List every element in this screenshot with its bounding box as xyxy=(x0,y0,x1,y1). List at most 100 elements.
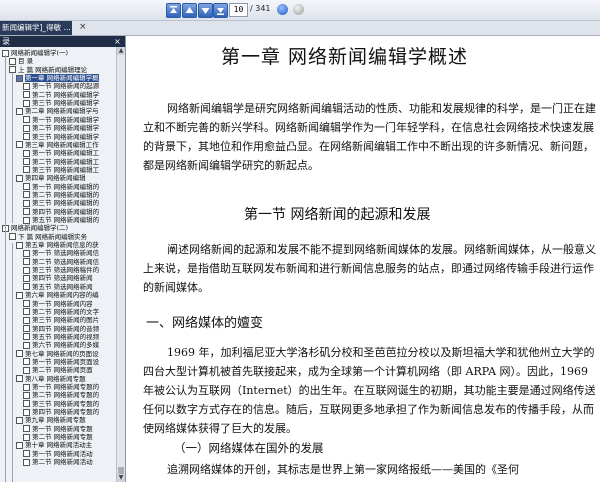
outline-item[interactable]: 第二节 网络新闻专题的 xyxy=(23,391,99,399)
outline-item[interactable]: 第二节 网络新闻编辑的 xyxy=(23,191,99,199)
outline-item[interactable]: 第一节 网络新闻专题 xyxy=(23,425,93,433)
close-outline-icon[interactable]: × xyxy=(114,36,121,47)
scroll-up-icon[interactable]: ▲ xyxy=(117,47,125,55)
outline-item[interactable]: 第二节 网络新闻专题 xyxy=(23,433,93,441)
outline-item[interactable]: 第四章 网络新闻编辑 xyxy=(16,174,86,182)
expand-box-icon[interactable] xyxy=(23,266,30,274)
outline-item[interactable]: 第一节 网络新闻专题的 xyxy=(23,383,99,391)
outline-item[interactable]: 第十章 网络新闻活动主 xyxy=(16,441,92,449)
outline-item[interactable]: 第三节 网络新闻编辑学 xyxy=(23,99,99,107)
expand-box-icon[interactable] xyxy=(23,82,30,90)
close-tab-icon[interactable]: × xyxy=(79,22,87,32)
expand-box-icon[interactable] xyxy=(16,107,23,115)
expand-box-icon[interactable] xyxy=(23,458,30,466)
outline-item[interactable]: 第三节 网络新闻编辑工 xyxy=(23,166,99,174)
expand-box-icon[interactable] xyxy=(16,441,23,449)
outline-item[interactable]: 第二节 网络新闻页面 xyxy=(23,366,93,374)
expand-box-icon[interactable] xyxy=(23,91,30,99)
expand-box-icon[interactable] xyxy=(23,316,30,324)
expand-box-icon[interactable] xyxy=(23,408,30,416)
outline-item[interactable]: 第六节 网络新闻的多媒 xyxy=(23,341,99,349)
expand-box-icon[interactable] xyxy=(23,99,30,107)
expand-box-icon[interactable] xyxy=(23,149,30,157)
outline-item[interactable]: 第六章 网络新闻内容的编 xyxy=(16,291,99,299)
next-page-icon[interactable] xyxy=(198,3,213,18)
outline-item[interactable]: 第一节 网络新闻编辑学 xyxy=(23,116,99,124)
outline-item[interactable]: 第一节 网络新闻编辑的 xyxy=(23,183,99,191)
outline-item[interactable]: 第五章 网络新闻信息的获 xyxy=(16,241,99,249)
outline-item[interactable]: 第九章 网络新闻专题 xyxy=(16,416,86,424)
expand-box-icon[interactable] xyxy=(16,74,23,82)
outline-item[interactable]: 第五节 网络新闻编辑的 xyxy=(23,216,99,224)
expand-box-icon[interactable] xyxy=(23,191,30,199)
outline-item[interactable]: 第三节 筛选网络稿件的 xyxy=(23,266,99,274)
outline-item[interactable]: 下 篇 网络新闻编辑实务 xyxy=(9,233,87,241)
outline-item[interactable]: 第一节 网络新闻编辑工 xyxy=(23,149,99,157)
expand-box-icon[interactable] xyxy=(9,57,16,65)
expand-box-icon[interactable] xyxy=(23,216,30,224)
outline-item[interactable]: 第一节 网络新闻内容 xyxy=(23,300,93,308)
outline-item[interactable]: 第一节 筛选网络新闻信 xyxy=(23,249,99,257)
expand-box-icon[interactable] xyxy=(23,358,30,366)
expand-box-icon[interactable] xyxy=(23,283,30,291)
outline-item[interactable]: 第二节 网络新闻活动 xyxy=(23,458,93,466)
expand-box-icon[interactable] xyxy=(23,308,30,316)
first-page-icon[interactable] xyxy=(166,3,181,18)
expand-box-icon[interactable] xyxy=(23,366,30,374)
expand-box-icon[interactable] xyxy=(16,291,23,299)
outline-item[interactable]: 第三节 网络新闻的图片 xyxy=(23,316,99,324)
outline-item[interactable]: 第二节 网络新闻编辑工 xyxy=(23,158,99,166)
go-page-icon[interactable] xyxy=(277,4,288,15)
previous-page-icon[interactable] xyxy=(182,3,197,18)
outline-item[interactable]: 第七章 网络新闻的页面设 xyxy=(16,350,99,358)
outline-item[interactable]: 第三节 网络新闻专题的 xyxy=(23,400,99,408)
expand-box-icon[interactable] xyxy=(23,400,30,408)
expand-box-icon[interactable] xyxy=(23,183,30,191)
outline-item[interactable]: 第二节 网络新闻编辑学 xyxy=(23,124,99,132)
outline-item[interactable]: 第一节 网络新闻页面设 xyxy=(23,358,99,366)
outline-item[interactable]: 第五节 筛选网络新闻 xyxy=(23,283,93,291)
expand-box-icon[interactable] xyxy=(16,350,23,358)
scroll-down-icon[interactable]: ▼ xyxy=(117,474,125,482)
expand-box-icon[interactable] xyxy=(23,450,30,458)
expand-box-icon[interactable] xyxy=(16,375,23,383)
outline-item[interactable]: 第一节 网络新闻活动 xyxy=(23,450,93,458)
expand-box-icon[interactable] xyxy=(23,333,30,341)
outline-item[interactable]: 第三节 网络新闻编辑学 xyxy=(23,133,99,141)
outline-item[interactable]: 第二节 网络新闻编辑学 xyxy=(23,91,99,99)
expand-box-icon[interactable] xyxy=(16,174,23,182)
outline-item[interactable]: 网络新闻编辑学(二) xyxy=(2,224,68,232)
outline-item[interactable]: 第四节 筛选网络新闻 xyxy=(23,274,93,282)
expand-box-icon[interactable] xyxy=(23,391,30,399)
outline-item[interactable]: 上 篇 网络新闻编辑理论 xyxy=(9,66,87,74)
expand-box-icon[interactable] xyxy=(16,416,23,424)
outline-item[interactable]: 目 录 xyxy=(9,57,33,65)
outline-item[interactable]: 第二节 网络新闻的文字 xyxy=(23,308,99,316)
expand-box-icon[interactable] xyxy=(23,274,30,282)
outline-item[interactable]: 网络新闻编辑学(一) xyxy=(2,49,68,57)
expand-box-icon[interactable] xyxy=(16,241,23,249)
expand-box-icon[interactable] xyxy=(23,199,30,207)
outline-item[interactable]: 第一节 网络新闻的起源 xyxy=(23,82,99,90)
outline-item[interactable]: 第二节 筛选网络新闻信 xyxy=(23,258,99,266)
outline-item[interactable]: 第八章 网络新闻专题 xyxy=(16,375,86,383)
outline-item[interactable]: 第四节 网络新闻编辑的 xyxy=(23,208,99,216)
outline-item[interactable]: 第三章 网络新闻编辑工作 xyxy=(16,141,99,149)
expand-box-icon[interactable] xyxy=(23,341,30,349)
expand-box-icon[interactable] xyxy=(23,116,30,124)
outline-scrollbar[interactable]: ▲ ▼ xyxy=(116,47,125,482)
expand-box-icon[interactable] xyxy=(23,249,30,257)
page-number-input[interactable]: 10 xyxy=(229,3,248,17)
expand-box-icon[interactable] xyxy=(16,141,23,149)
expand-box-icon[interactable] xyxy=(23,383,30,391)
last-page-icon[interactable] xyxy=(213,3,228,18)
outline-item[interactable]: 第五节 网络新闻的视频 xyxy=(23,333,99,341)
outline-item[interactable]: 第二章 网络新闻编辑学与 xyxy=(16,107,99,115)
document-tab[interactable]: 新闻编辑学]_得敏 ... xyxy=(0,21,72,35)
expand-box-icon[interactable] xyxy=(23,124,30,132)
outline-item[interactable]: 第四节 网络新闻的音频 xyxy=(23,325,99,333)
outline-item[interactable]: 第四节 网络新闻专题的 xyxy=(23,408,99,416)
expand-box-icon[interactable] xyxy=(23,425,30,433)
expand-box-icon[interactable] xyxy=(23,258,30,266)
outline-item[interactable]: 第一章 网络新闻编辑学概 xyxy=(16,74,99,83)
